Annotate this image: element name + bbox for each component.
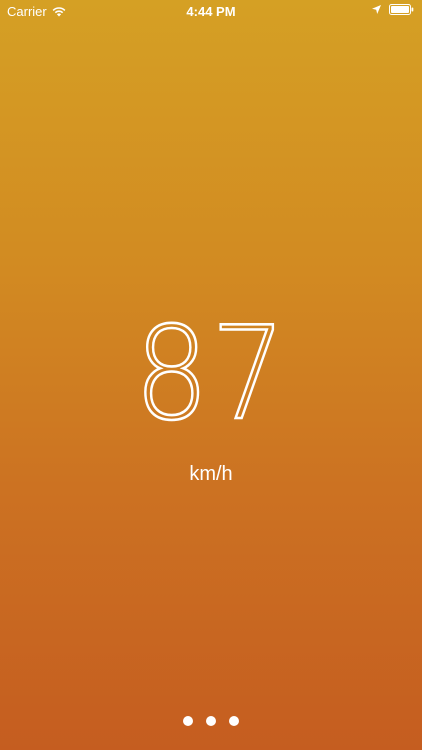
speed-unit: km/h (189, 463, 233, 485)
page-dot-1[interactable] (183, 716, 193, 726)
page-dot-2[interactable] (206, 716, 216, 726)
page-indicator[interactable] (0, 716, 422, 726)
status-time: 4:44 PM (186, 4, 236, 19)
location-arrow-icon (372, 5, 381, 14)
page-dot-3[interactable] (229, 716, 239, 726)
status-bar: Carrier 4:44 PM (0, 0, 422, 22)
status-right (372, 4, 414, 15)
speed-value: 87 (133, 300, 288, 449)
battery-icon (389, 4, 414, 15)
